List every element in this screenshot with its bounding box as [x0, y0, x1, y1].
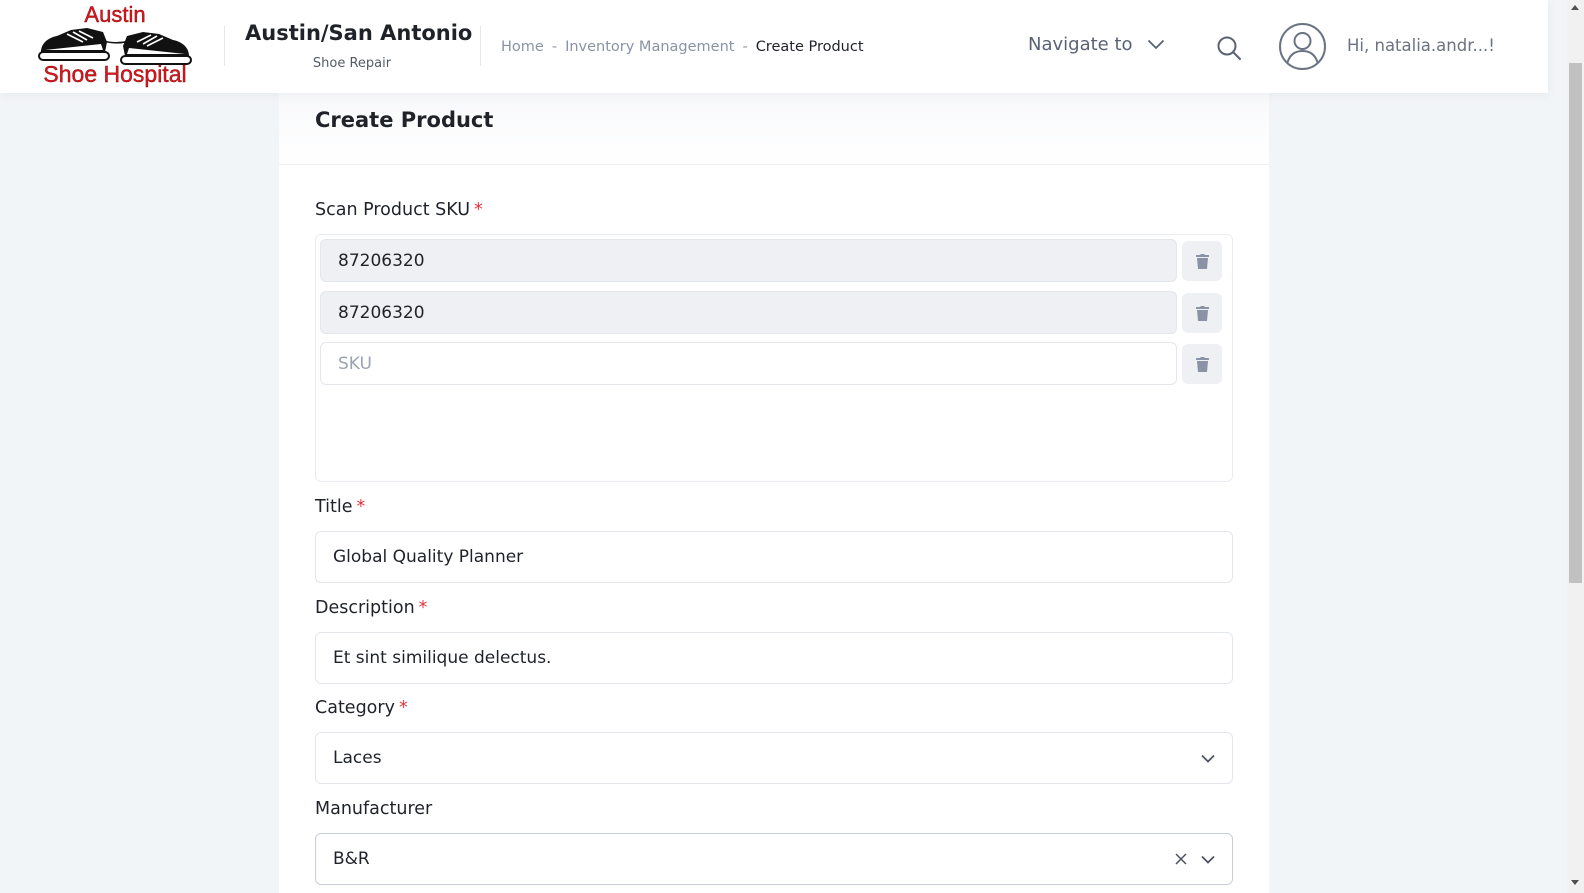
scroll-thumb[interactable] [1569, 63, 1582, 583]
title-label-text: Title [315, 497, 353, 517]
category-selected-value: Laces [333, 748, 382, 768]
category-select[interactable]: Laces [315, 732, 1233, 784]
breadcrumb: Home - Inventory Management - Create Pro… [501, 39, 864, 55]
title-label: Title * [315, 497, 365, 517]
sku-label: Scan Product SKU * [315, 200, 483, 220]
breadcrumb-current: Create Product [755, 39, 864, 55]
required-marker: * [356, 497, 366, 517]
delete-sku-button[interactable] [1182, 241, 1222, 281]
search-button[interactable] [1214, 33, 1244, 63]
manufacturer-select[interactable]: B&R [315, 833, 1233, 885]
breadcrumb-home[interactable]: Home [501, 39, 544, 55]
logo-shoes-graphic [38, 28, 192, 65]
delete-sku-button[interactable] [1182, 344, 1222, 384]
breadcrumb-separator: - [742, 39, 748, 55]
sku-input[interactable]: SKU [320, 342, 1177, 385]
description-label: Description * [315, 598, 427, 618]
header-divider [480, 26, 481, 66]
navigate-to-label: Navigate to [1028, 34, 1133, 55]
sku-row: 87206320 [320, 291, 1228, 334]
chevron-down-icon [1147, 39, 1164, 50]
navigate-to-dropdown[interactable]: Navigate to [1028, 34, 1165, 55]
store-subtitle: Shoe Repair [312, 56, 392, 71]
required-marker: * [398, 698, 408, 718]
create-product-card: Create Product Scan Product SKU * 8720632… [279, 93, 1269, 893]
manufacturer-label: Manufacturer [315, 799, 432, 819]
user-avatar-button[interactable] [1278, 22, 1327, 71]
chevron-down-icon [1201, 754, 1215, 763]
sku-field[interactable]: 87206320 [320, 291, 1177, 334]
required-marker: * [418, 598, 428, 618]
required-marker: * [474, 200, 483, 220]
sku-label-text: Scan Product SKU [315, 200, 471, 220]
header-divider [224, 26, 225, 66]
breadcrumb-separator: - [551, 39, 558, 55]
company-logo[interactable]: Austin Shoe Hospital [37, 2, 193, 90]
search-icon [1217, 36, 1241, 60]
card-header: Create Product [279, 93, 1269, 165]
chevron-down-icon [1201, 855, 1215, 864]
trash-icon [1195, 356, 1209, 372]
manufacturer-selected-value: B&R [333, 849, 370, 869]
sku-list: 87206320 87206320 SKU [315, 234, 1233, 482]
scroll-down-arrow-icon[interactable] [1571, 880, 1579, 885]
page-scrollbar[interactable] [1567, 0, 1584, 893]
page-title: Create Product [315, 108, 494, 132]
store-name: Austin/San Antonio [245, 21, 473, 45]
trash-icon [1195, 305, 1209, 321]
user-avatar-icon [1279, 23, 1326, 70]
select-controls [1175, 853, 1215, 865]
close-icon[interactable] [1175, 853, 1187, 865]
delete-sku-button[interactable] [1182, 293, 1222, 333]
category-label: Category * [315, 698, 408, 718]
scroll-up-arrow-icon[interactable] [1571, 5, 1579, 10]
category-label-text: Category [315, 698, 395, 718]
sku-row: 87206320 [320, 239, 1228, 282]
trash-icon [1195, 253, 1209, 269]
manufacturer-label-text: Manufacturer [315, 799, 433, 819]
breadcrumb-inventory-management[interactable]: Inventory Management [565, 39, 734, 55]
top-header: Austin Shoe Hospital Austin/San Antonio … [0, 0, 1548, 93]
sku-field[interactable]: 87206320 [320, 239, 1177, 282]
user-greeting[interactable]: Hi, natalia.andr...! [1347, 36, 1495, 55]
title-input[interactable]: Global Quality Planner [315, 531, 1233, 583]
description-input[interactable]: Et sint similique delectus. [315, 632, 1233, 684]
logo-line-2: Shoe Hospital [43, 61, 187, 87]
sku-row: SKU [320, 342, 1228, 385]
description-label-text: Description [315, 598, 415, 618]
